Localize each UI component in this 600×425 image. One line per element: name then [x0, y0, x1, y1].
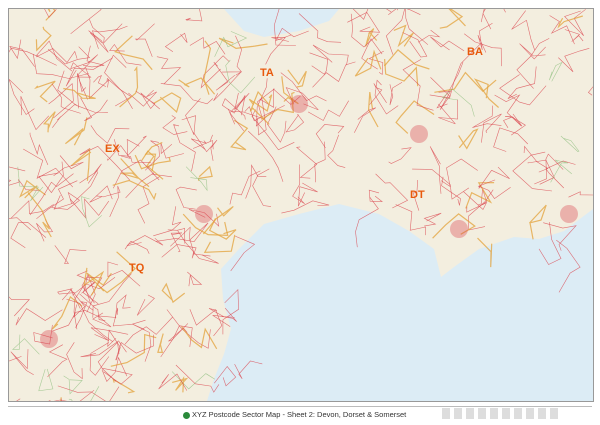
town-area — [410, 125, 428, 143]
town-area — [195, 205, 213, 223]
region-label-ba: BA — [467, 46, 483, 58]
footer-title: XYZ Postcode Sector Map - Sheet 2: Devon… — [192, 410, 407, 419]
footer: XYZ Postcode Sector Map - Sheet 2: Devon… — [8, 406, 592, 421]
globe-logo-icon — [183, 411, 190, 419]
region-label-dt: DT — [410, 189, 425, 201]
town-area — [40, 330, 58, 348]
postcode-map[interactable] — [8, 8, 594, 402]
town-area — [450, 220, 468, 238]
town-area — [560, 205, 578, 223]
region-label-ex: EX — [105, 143, 120, 155]
town-area — [290, 95, 308, 113]
map-sheet: TA BA EX DT TQ XYZ Postcode Sector Map -… — [0, 0, 600, 425]
region-label-tq: TQ — [129, 262, 145, 274]
region-label-ta: TA — [260, 67, 274, 79]
legend — [442, 408, 562, 419]
footer-title-wrap: XYZ Postcode Sector Map - Sheet 2: Devon… — [183, 410, 406, 419]
